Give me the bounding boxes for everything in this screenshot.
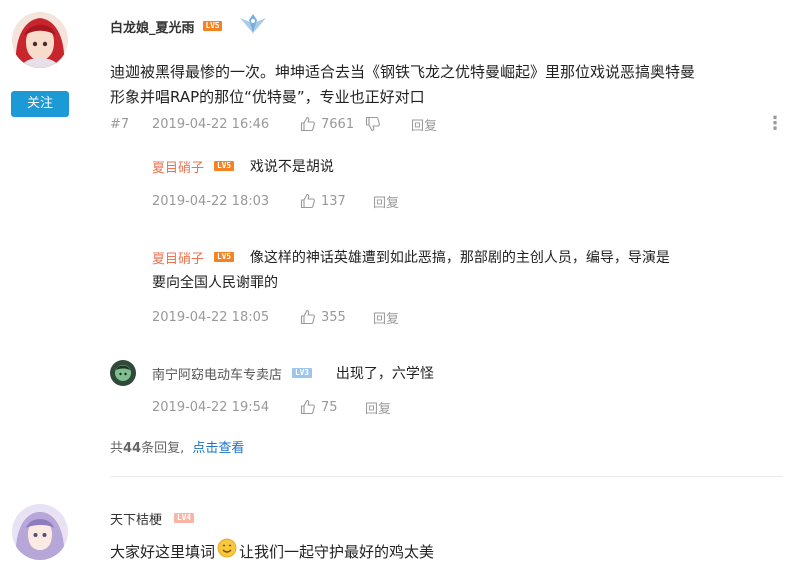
summary-suffix: 条回复,	[141, 441, 185, 456]
reply-text: 像这样的神话英雄遭到如此恶搞，那部剧的主创人员，编导，导演是	[249, 250, 670, 266]
like-count: 7661	[321, 116, 355, 132]
reply-text: 戏说不是胡说	[249, 159, 334, 175]
comment-content-line: 形象并唱RAP的那位“优特曼”，专业也正好对口	[110, 88, 425, 106]
reply-count: 44	[123, 441, 142, 456]
level-badge: LV5	[202, 21, 223, 31]
anime-avatar-icon	[110, 360, 136, 386]
divider	[110, 476, 782, 477]
reply-button[interactable]: 回复	[373, 308, 399, 327]
anime-avatar-icon	[12, 504, 68, 560]
summary-prefix: 共	[110, 441, 124, 456]
comment-content: 迪迦被黑得最惨的一次。坤坤适合去当《钢铁飞龙之优特曼崛起》里那位戏说恶搞奥特曼 …	[110, 60, 780, 110]
reply-item: 夏目硝子 LV5 像这样的神话英雄遭到如此恶搞，那部剧的主创人员，编导，导演是 …	[152, 246, 782, 292]
level-badge: LV3	[292, 368, 312, 378]
like-count: 355	[321, 309, 346, 325]
reply-item: 夏目硝子 LV5 戏说不是胡说	[152, 156, 334, 176]
comment-meta: #7 2019-04-22 16:46 7661 回复	[110, 114, 437, 134]
reply-meta: 2019-04-22 18:03 137 回复	[152, 191, 399, 211]
smile-emoji-icon	[217, 538, 237, 566]
comment-header: 天下桔梗 LV4	[110, 508, 194, 528]
level-badge: LV5	[214, 161, 234, 171]
follow-button[interactable]: 关注	[11, 91, 69, 117]
avatar[interactable]	[12, 504, 68, 560]
reply-meta: 2019-04-22 18:05 355 回复	[152, 307, 399, 327]
reply-summary: 共44条回复, 点击查看	[110, 437, 244, 456]
reply-text: 出现了，六学怪	[335, 366, 434, 382]
timestamp: 2019-04-22 16:46	[152, 116, 270, 132]
avatar[interactable]	[12, 12, 68, 68]
reply-username[interactable]: 南宁阿窈电动车专卖店	[152, 364, 282, 383]
thumbs-up-icon[interactable]	[300, 309, 316, 325]
username[interactable]: 白龙娘_夏光雨	[110, 17, 195, 36]
thumbs-up-icon[interactable]	[300, 193, 316, 209]
reply-meta: 2019-04-22 19:54 75 回复	[152, 397, 391, 417]
comment-content-text: 大家好这里填词	[110, 542, 216, 561]
thumbs-up-icon[interactable]	[300, 399, 316, 415]
username[interactable]: 天下桔梗	[110, 509, 162, 528]
level-badge: LV5	[214, 252, 234, 262]
level-badge: LV4	[174, 513, 194, 523]
comment-header: 白龙娘_夏光雨 LV5	[110, 14, 268, 38]
anime-avatar-icon	[12, 12, 68, 68]
like-count: 137	[321, 193, 346, 209]
comment-content: 大家好这里填词 让我们一起守护最好的鸡太美	[110, 538, 434, 566]
thumbs-down-icon[interactable]	[365, 116, 381, 132]
comment-content-line: 迪迦被黑得最惨的一次。坤坤适合去当《钢铁飞龙之优特曼崛起》里那位戏说恶搞奥特曼	[110, 63, 696, 81]
more-options-icon[interactable]: ⋮	[766, 114, 784, 134]
vip-badge-icon	[238, 12, 268, 40]
comment-content-text: 让我们一起守护最好的鸡太美	[239, 542, 435, 561]
timestamp: 2019-04-22 19:54	[152, 399, 270, 415]
reply-username[interactable]: 夏目硝子	[152, 157, 204, 176]
like-count: 75	[321, 399, 338, 415]
timestamp: 2019-04-22 18:05	[152, 309, 270, 325]
reply-username[interactable]: 夏目硝子	[152, 248, 204, 267]
timestamp: 2019-04-22 18:03	[152, 193, 270, 209]
reply-button[interactable]: 回复	[365, 398, 391, 417]
floor-number: #7	[110, 116, 130, 132]
reply-item: 南宁阿窈电动车专卖店 LV3 出现了，六学怪	[152, 363, 434, 383]
reply-button[interactable]: 回复	[373, 192, 399, 211]
reply-text: 要向全国人民谢罪的	[152, 275, 278, 291]
avatar[interactable]	[110, 360, 136, 386]
thumbs-up-icon[interactable]	[300, 116, 316, 132]
reply-button[interactable]: 回复	[411, 115, 437, 134]
view-all-replies-link[interactable]: 点击查看	[192, 441, 244, 456]
reply-first-line: 夏目硝子 LV5 像这样的神话英雄遭到如此恶搞，那部剧的主创人员，编导，导演是	[152, 246, 782, 268]
